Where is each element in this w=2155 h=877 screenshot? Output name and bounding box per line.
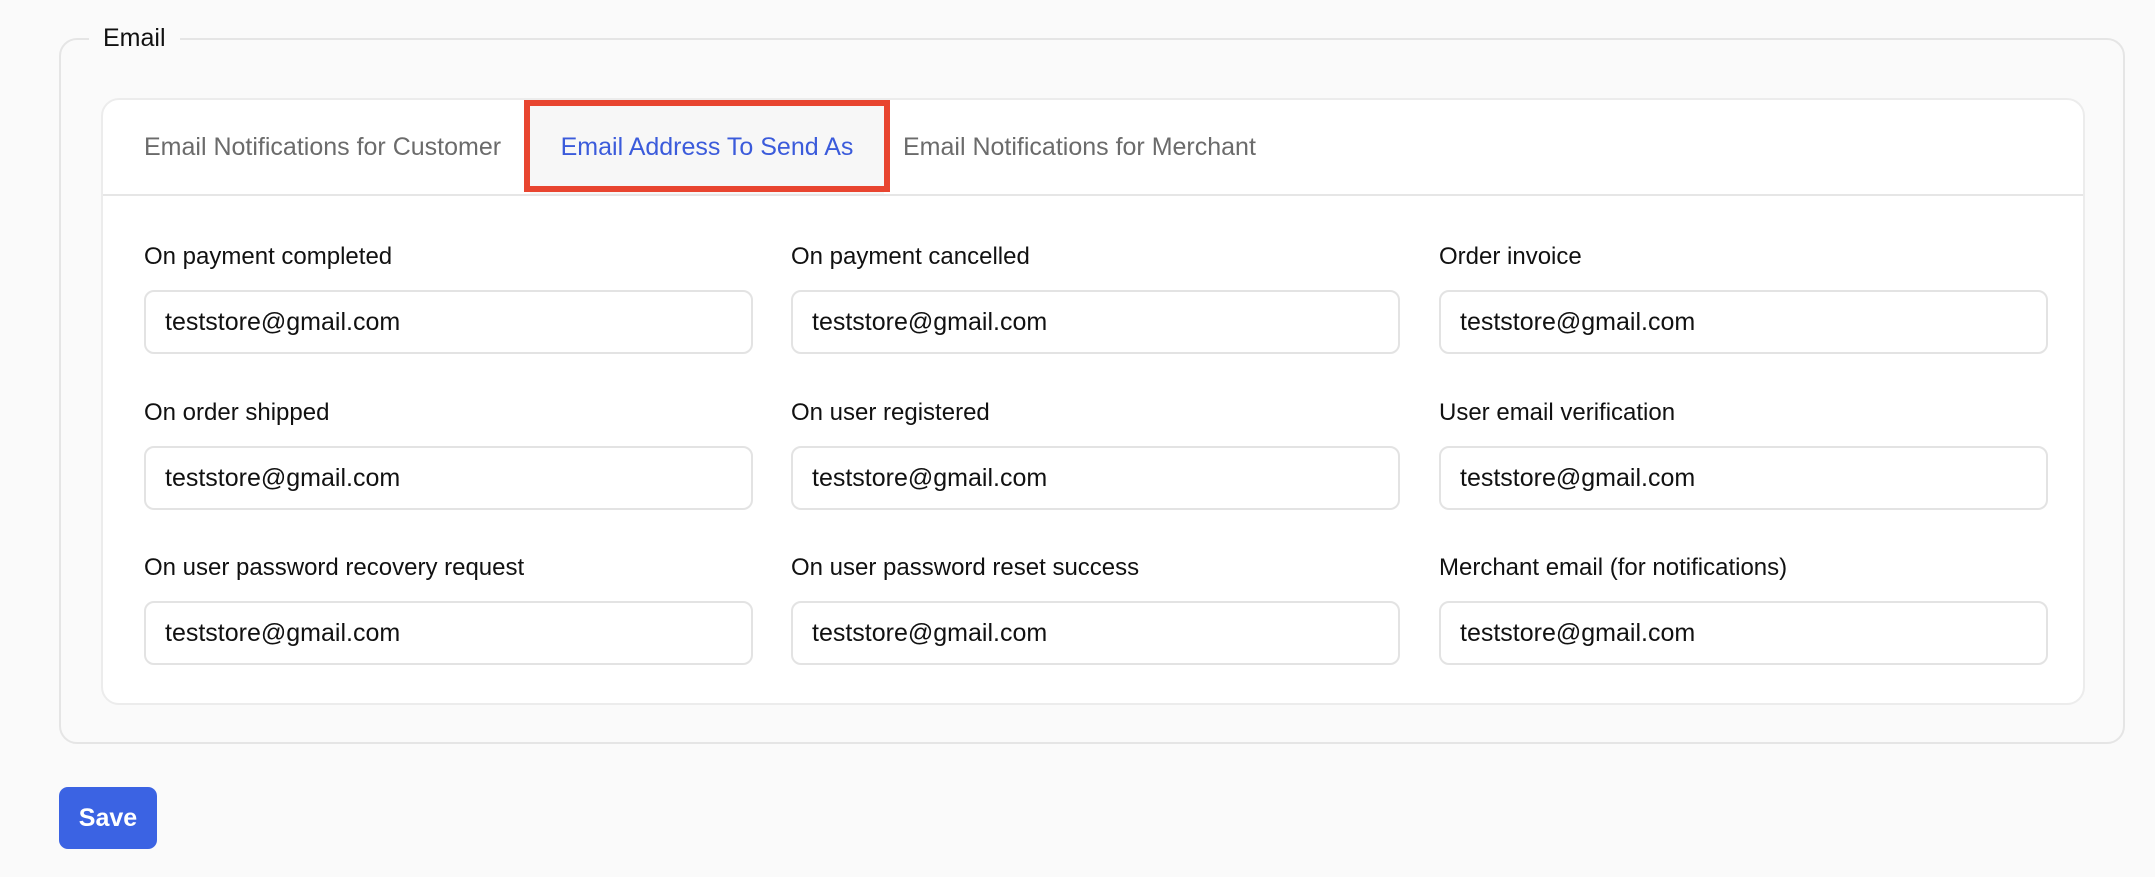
field-label-payment-completed: On payment completed	[144, 243, 393, 270]
field-label-user-registered: On user registered	[791, 399, 990, 426]
field-label-payment-cancelled: On payment cancelled	[791, 243, 1030, 270]
order-shipped-email-input[interactable]	[144, 446, 753, 510]
payment-cancelled-email-input[interactable]	[791, 290, 1400, 354]
tab-bar: Email Notifications for Customer Email A…	[103, 100, 2083, 196]
field-label-merchant-email: Merchant email (for notifications)	[1439, 554, 1788, 581]
email-settings-card: Email Notifications for Customer Email A…	[101, 98, 2085, 705]
field-label-password-recovery: On user password recovery request	[144, 554, 525, 581]
save-button[interactable]: Save	[59, 787, 157, 849]
user-email-verification-input[interactable]	[1439, 446, 2048, 510]
tab-email-notifications-merchant[interactable]: Email Notifications for Merchant	[903, 100, 1256, 194]
field-label-user-email-verification: User email verification	[1439, 399, 1676, 426]
password-reset-success-email-input[interactable]	[791, 601, 1400, 665]
field-label-order-invoice: Order invoice	[1439, 243, 1582, 270]
payment-completed-email-input[interactable]	[144, 290, 753, 354]
order-invoice-email-input[interactable]	[1439, 290, 2048, 354]
tab-email-address-send-as[interactable]: Email Address To Send As	[530, 100, 884, 194]
tab-email-notifications-customer[interactable]: Email Notifications for Customer	[144, 100, 501, 194]
user-registered-email-input[interactable]	[791, 446, 1400, 510]
merchant-email-input[interactable]	[1439, 601, 2048, 665]
field-label-order-shipped: On order shipped	[144, 399, 330, 426]
password-recovery-email-input[interactable]	[144, 601, 753, 665]
fieldset-legend: Email	[89, 20, 180, 56]
field-label-password-reset-success: On user password reset success	[791, 554, 1140, 581]
